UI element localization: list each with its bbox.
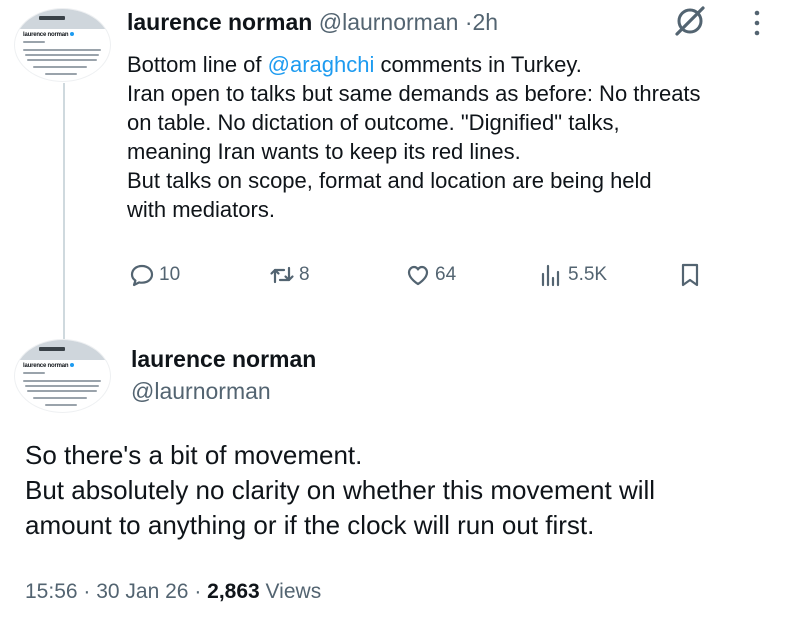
tweet2-line: But absolutely no clarity on whether thi… [25, 475, 656, 505]
author-avatar[interactable]: laurence norman [14, 8, 111, 82]
avatar-name: laurence norman [23, 32, 75, 38]
tweet1-line-text: comments in Turkey. [374, 52, 582, 77]
tweet1-author-handle[interactable]: @laurnorman [319, 9, 459, 35]
avatar-text-line [27, 59, 97, 61]
avatar-text-line [25, 54, 99, 56]
tweet2-time[interactable]: 15:56 [25, 580, 78, 603]
avatar-text-line [33, 66, 87, 68]
mention-link[interactable]: @araghchi [268, 52, 375, 77]
views-count: 5.5K [568, 264, 608, 285]
tweet1-header: laurence norman @laurnorman ·2h [127, 9, 498, 36]
bookmark-button[interactable] [676, 260, 704, 290]
avatar-text-line [23, 49, 101, 51]
bookmark-icon [681, 263, 699, 287]
avatar-text-line [23, 372, 45, 374]
tweet1-timestamp[interactable]: 2h [472, 9, 498, 35]
avatar-banner-tag [39, 16, 65, 20]
reply-button[interactable]: 10 [128, 260, 180, 290]
tweet2-author-name[interactable]: laurence norman [131, 346, 316, 373]
repost-icon [270, 266, 294, 284]
views-icon [541, 264, 560, 287]
avatar-name: laurence norman [23, 363, 75, 369]
verified-icon [70, 363, 75, 368]
tweet1-line: But talks on scope, format and location … [127, 168, 652, 193]
meta-separator: · [188, 580, 208, 603]
tweet2-views-label: Views [259, 580, 322, 603]
author-avatar[interactable]: laurence norman [14, 339, 111, 413]
tweet1-line: with mediators. [127, 197, 275, 222]
tweet2-text: So there's a bit of movement. But absolu… [25, 438, 785, 543]
like-button[interactable]: 64 [404, 260, 456, 290]
reply-count: 10 [159, 264, 181, 285]
tweet2-date[interactable]: 30 Jan 26 [96, 580, 188, 603]
more-icon[interactable] [750, 8, 764, 38]
tweet1-line: on table. No dictation of outcome. "Dign… [127, 110, 620, 135]
avatar-text-line [45, 73, 77, 75]
repost-count: 8 [299, 264, 310, 285]
tweet2-line: amount to anything or if the clock will … [25, 510, 595, 540]
verified-icon [70, 32, 75, 37]
avatar-text-line [27, 390, 97, 392]
avatar-banner-tag [39, 347, 65, 351]
tweet2-line: So there's a bit of movement. [25, 440, 363, 470]
tweet2-views-count[interactable]: 2,863 [207, 580, 260, 603]
avatar-text-line [23, 41, 45, 43]
tweet1-author-name[interactable]: laurence norman [127, 9, 312, 35]
tweet1-text: Bottom line of @araghchi comments in Tur… [127, 50, 787, 224]
avatar-text-line [23, 380, 101, 382]
meta-separator: · [77, 580, 97, 603]
avatar-text-line [25, 385, 99, 387]
avatar-text-line [33, 397, 87, 399]
tweet1-line: Bottom line of @araghchi comments in Tur… [127, 50, 787, 79]
like-count: 64 [435, 264, 457, 285]
avatar-text-line [45, 404, 77, 406]
tweet2-meta: 15:56 · 30 Jan 26 · 2,863 Views [25, 580, 321, 604]
tweet1-line: meaning Iran wants to keep its red lines… [127, 139, 521, 164]
tweet1-line-text: Bottom line of [127, 52, 268, 77]
views-button[interactable]: 5.5K [537, 260, 607, 290]
tweet2-author-handle[interactable]: @laurnorman [131, 378, 271, 405]
repost-button[interactable]: 8 [268, 260, 310, 290]
tweet1-line: Iran open to talks but same demands as b… [127, 81, 701, 106]
grok-icon[interactable] [673, 4, 707, 38]
thread-connector-line [63, 83, 65, 345]
reply-icon [130, 264, 154, 287]
like-icon [407, 265, 429, 286]
